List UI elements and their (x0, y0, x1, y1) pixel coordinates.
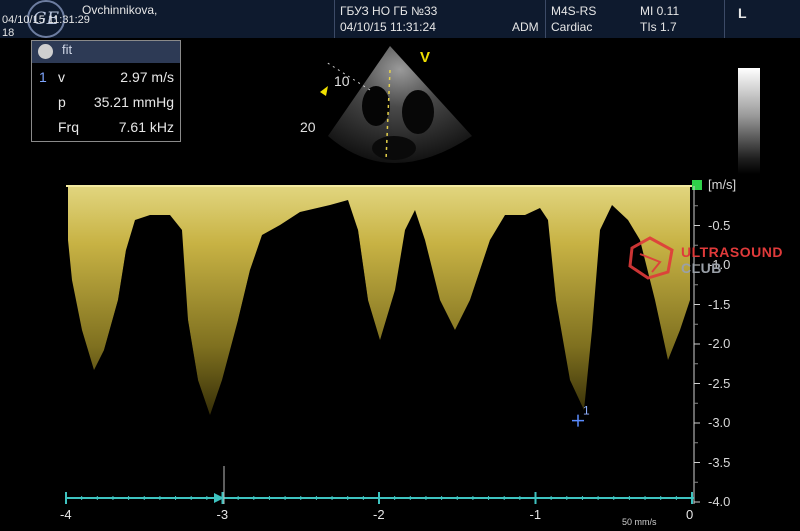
velocity-unit: [m/s] (708, 177, 737, 192)
date-top: 04/10/15 11:31:29 (2, 14, 90, 26)
velocity-tick-label: -0.5 (708, 217, 731, 233)
header-divider (334, 0, 335, 38)
time-tick-label: -1 (529, 507, 542, 522)
pressure-value: 35.21 mmHg (93, 94, 174, 110)
orientation-marker: L (738, 5, 747, 21)
depth-label: 20 (300, 119, 316, 135)
fit-control[interactable]: fit (62, 42, 72, 57)
time-ticks (65, 492, 693, 504)
operator: ADM (512, 20, 539, 34)
velocity-value: 2.97 m/s (120, 69, 174, 85)
date-cont: 18 (2, 27, 15, 39)
watermark-line1: ULTRASOUND (681, 244, 783, 260)
preset-name: Cardiac (551, 20, 593, 34)
pressure-label: p (58, 94, 66, 110)
measurement-index: 1 (39, 69, 47, 85)
sector-image[interactable]: V 10 20 (290, 40, 490, 180)
measurement-panel-header (32, 41, 180, 63)
frequency-value: 7.61 kHz (118, 119, 174, 135)
time-tick-label: 0 (686, 507, 694, 522)
institution-name: ГБУЗ НО ГБ №33 (340, 4, 438, 18)
velocity-tick-label: -2.0 (708, 336, 731, 351)
velocity-label: v (58, 69, 65, 85)
grayscale-bar (738, 68, 760, 174)
heart-chamber (362, 86, 390, 126)
time-tick-label: -2 (373, 507, 385, 522)
time-tick-label: -4 (60, 507, 72, 522)
watermark-line2: CLUB (681, 260, 722, 276)
depth-label: 10 (334, 73, 350, 89)
record-dot-icon[interactable] (38, 44, 53, 59)
caliper-label: 1 (583, 404, 590, 418)
velocity-tick-label: -4.0 (708, 494, 731, 509)
patient-name: Ovchinnikova, (82, 3, 158, 17)
doppler-spectrum[interactable]: 1 (0, 175, 800, 531)
header-divider (545, 0, 546, 38)
sweep-speed: 50 mm/s (622, 517, 657, 527)
measurement-panel[interactable]: fit 1 v 2.97 m/s p 35.21 mmHg Frq 7.61 k… (31, 40, 181, 142)
velocity-tick-label: -3.0 (708, 415, 731, 430)
header-divider (724, 0, 725, 38)
caliper-marker[interactable]: 1 (572, 404, 590, 427)
velocity-tick-label: -3.5 (708, 454, 731, 470)
mechanical-index: MI 0.11 (640, 4, 680, 18)
heart-chamber (402, 90, 434, 134)
time-tick-label: -3 (216, 507, 229, 522)
thermal-index: TIs 1.7 (640, 20, 677, 34)
sector-marker: V (420, 49, 430, 66)
velocity-tick-label: -2.5 (708, 375, 731, 391)
frequency-label: Frq (58, 119, 79, 135)
velocity-tick-label: -1.5 (708, 296, 731, 312)
probe-name: M4S-RS (551, 4, 597, 18)
study-datetime: 04/10/15 11:31:24 (340, 20, 436, 34)
focus-marker-icon (320, 86, 328, 96)
heart-chamber (372, 136, 416, 160)
